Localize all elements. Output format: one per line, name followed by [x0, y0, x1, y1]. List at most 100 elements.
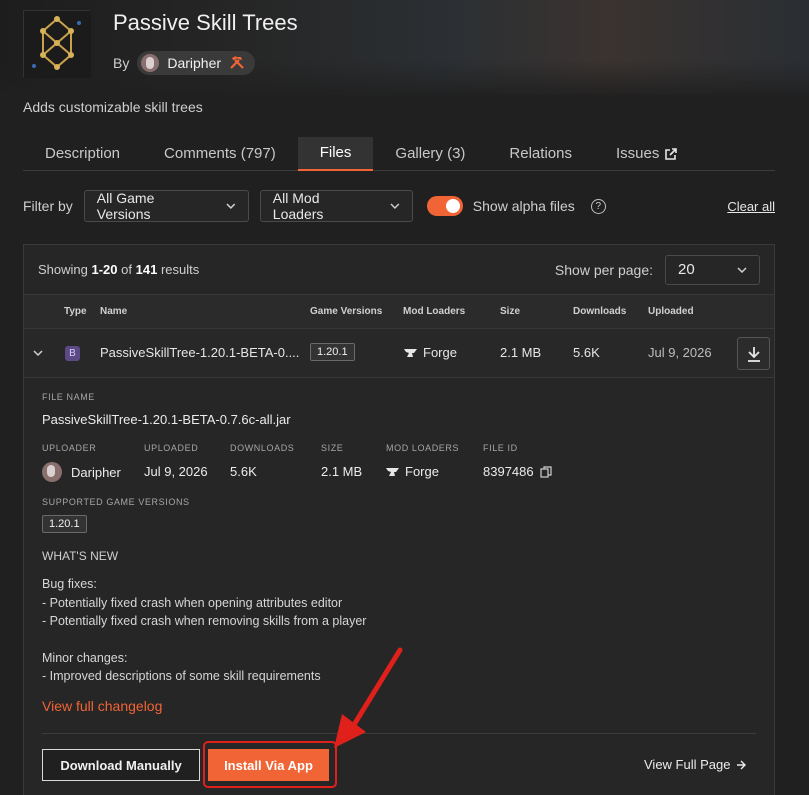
changelog-bug-heading: Bug fixes:	[42, 577, 97, 591]
author-chip[interactable]: Daripher	[137, 51, 256, 75]
install-highlight-box	[203, 741, 337, 788]
supported-version-badge: 1.20.1	[42, 515, 87, 533]
author-avatar	[141, 54, 160, 72]
tab-label: Comments (797)	[164, 145, 276, 162]
per-page-value: 20	[678, 261, 695, 278]
release-type-badge: B	[65, 346, 80, 361]
download-icon	[747, 346, 760, 362]
file-name-cell[interactable]: PassiveSkillTree-1.20.1-BETA-0....	[100, 345, 299, 360]
external-link-icon	[665, 148, 678, 160]
mod-loader-cell: Forge	[404, 345, 457, 360]
view-full-page-link[interactable]: View Full Page	[644, 757, 747, 772]
file-id-text: 8397486	[483, 464, 534, 479]
copy-icon[interactable]	[540, 465, 552, 478]
tab-gallery[interactable]: Gallery (3)	[373, 137, 487, 171]
game-versions-select[interactable]: All Game Versions	[83, 190, 249, 222]
col-size: Size	[500, 306, 521, 317]
filter-by-label: Filter by	[23, 198, 73, 214]
download-manually-button[interactable]: Download Manually	[42, 749, 200, 781]
of-label: of	[121, 262, 132, 277]
uploader-label: UPLOADER	[42, 443, 97, 453]
file-id-value: 8397486	[483, 464, 552, 479]
mod-loaders-value: All Mod Loaders	[272, 190, 324, 222]
game-version-badge: 1.20.1	[310, 343, 355, 361]
file-name-value: PassiveSkillTree-1.20.1-BETA-0.7.6c-all.…	[42, 412, 291, 427]
download-button[interactable]	[737, 337, 770, 370]
results-bar: Showing 1-20 of 141 results Show per pag…	[24, 245, 774, 295]
tab-label: Gallery (3)	[395, 145, 466, 162]
changelog-line: - Potentially fixed crash when opening a…	[42, 595, 343, 610]
skill-tree-logo-icon	[24, 11, 91, 78]
downloads-cell: 5.6K	[573, 345, 600, 360]
show-alpha-label: Show alpha files	[472, 198, 575, 214]
help-icon[interactable]: ?	[590, 198, 606, 214]
size-cell: 2.1 MB	[500, 345, 542, 360]
uploader-value: Daripher	[42, 462, 121, 482]
hammer-pick-icon	[230, 56, 244, 69]
uploaded-label: UPLOADED	[144, 443, 199, 453]
tab-label: Description	[45, 145, 121, 162]
table-header: Type Name Game Versions Mod Loaders Size…	[24, 295, 774, 329]
size-value: 2.1 MB	[321, 464, 363, 479]
tab-label: Relations	[509, 145, 572, 162]
tab-label: Files	[319, 144, 352, 161]
file-id-label: FILE ID	[483, 443, 518, 453]
whats-new-label: WHAT'S NEW	[42, 549, 119, 563]
author-name: Daripher	[167, 55, 222, 71]
mod-logo	[23, 10, 91, 78]
mod-loader-detail: Forge	[386, 464, 439, 479]
mod-loaders-select[interactable]: All Mod Loaders	[259, 190, 413, 222]
mod-loaders-label: MOD LOADERS	[386, 443, 460, 453]
show-alpha-toggle[interactable]	[426, 196, 463, 216]
view-full-page-label: View Full Page	[644, 757, 731, 772]
table-row[interactable]: B PassiveSkillTree-1.20.1-BETA-0.... 1.2…	[24, 329, 774, 378]
col-game-versions: Game Versions	[310, 306, 383, 317]
anvil-icon	[386, 467, 399, 476]
tab-files[interactable]: Files	[297, 137, 374, 171]
col-mod-loaders: Mod Loaders	[403, 306, 466, 317]
uploaded-cell: Jul 9, 2026	[648, 345, 712, 360]
author-row: By Daripher	[113, 51, 256, 75]
per-page-select[interactable]: 20	[665, 254, 760, 285]
anvil-icon	[404, 348, 417, 357]
tab-description[interactable]: Description	[23, 137, 142, 171]
chevron-down-icon	[226, 203, 236, 209]
mod-title: Passive Skill Trees	[113, 10, 298, 35]
downloads-label: DOWNLOADS	[230, 443, 295, 453]
game-versions-value: All Game Versions	[96, 190, 155, 222]
per-page-control: Show per page: 20	[555, 254, 760, 285]
by-label: By	[113, 55, 130, 71]
size-label: SIZE	[321, 443, 344, 453]
col-name: Name	[100, 306, 128, 317]
chevron-down-icon	[737, 266, 747, 273]
tab-comments[interactable]: Comments (797)	[142, 137, 298, 171]
results-total: 141	[135, 262, 158, 277]
results-range: 1-20	[91, 262, 118, 277]
col-uploaded: Uploaded	[648, 306, 694, 317]
clear-all-link[interactable]: Clear all	[727, 199, 775, 214]
col-downloads: Downloads	[573, 306, 627, 317]
mod-summary: Adds customizable skill trees	[23, 99, 203, 115]
uploaded-value: Jul 9, 2026	[144, 464, 208, 479]
arrow-right-icon	[737, 760, 747, 769]
tab-issues[interactable]: Issues	[594, 137, 700, 171]
downloads-value: 5.6K	[230, 464, 257, 479]
tab-relations[interactable]: Relations	[487, 137, 594, 171]
col-type: Type	[64, 306, 87, 317]
uploader-avatar	[42, 462, 62, 482]
view-changelog-link[interactable]: View full changelog	[42, 698, 162, 714]
mod-loader-detail-value: Forge	[405, 464, 439, 479]
chevron-down-icon	[390, 203, 400, 209]
tab-label: Issues	[615, 145, 660, 162]
changelog-line: - Potentially fixed crash when removing …	[42, 614, 367, 628]
showing-prefix: Showing	[38, 262, 88, 277]
red-arrow-annotation-icon	[334, 647, 403, 748]
supported-versions-label: SUPPORTED GAME VERSIONS	[42, 497, 190, 507]
file-name-label: FILE NAME	[42, 392, 95, 402]
tab-bar: Description Comments (797) Files Gallery…	[23, 137, 775, 171]
filter-row: Filter by All Game Versions All Mod Load…	[23, 190, 775, 222]
uploader-name[interactable]: Daripher	[71, 465, 121, 480]
results-label: results	[160, 262, 200, 277]
mod-loader-value: Forge	[423, 345, 457, 360]
chevron-down-icon[interactable]	[33, 350, 43, 356]
